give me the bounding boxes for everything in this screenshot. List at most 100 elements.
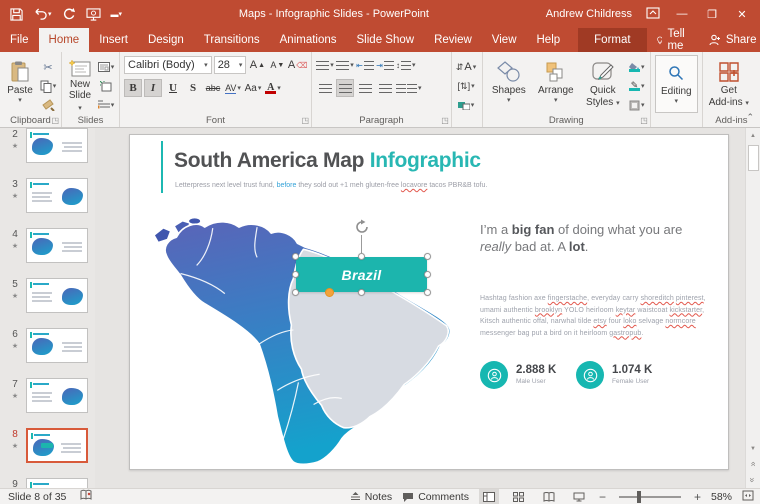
zoom-slider-thumb[interactable]: [637, 491, 641, 503]
redo-icon[interactable]: [62, 8, 76, 21]
columns-icon[interactable]: ▾: [396, 79, 422, 97]
ribbon-tab[interactable]: Home: [39, 28, 90, 52]
scrollbar-thumb[interactable]: [748, 145, 759, 171]
shape-fill-icon[interactable]: ▾: [628, 59, 646, 75]
slide-subtitle[interactable]: Letterpress next level trust fund, befor…: [175, 182, 505, 189]
close-button[interactable]: ✕: [734, 8, 750, 21]
scroll-down-icon[interactable]: ▼: [746, 441, 760, 456]
text-direction-icon[interactable]: ⇵A▾: [456, 59, 476, 75]
tell-me-button[interactable]: Tell me: [647, 28, 699, 52]
font-color-button[interactable]: A▾: [264, 79, 282, 97]
clipboard-dialog-launcher[interactable]: ◳: [51, 116, 59, 125]
get-addins-button[interactable]: Get Add-ins ▾: [707, 55, 751, 113]
notes-toggle[interactable]: Notes: [350, 491, 392, 503]
align-right-icon[interactable]: [356, 79, 374, 97]
ribbon-tab[interactable]: Slide Show: [347, 28, 425, 52]
ribbon-tab[interactable]: File: [0, 28, 39, 52]
qat-customize-icon[interactable]: ▬▾: [111, 10, 123, 19]
editing-button[interactable]: Editing▾: [655, 55, 698, 113]
share-button[interactable]: Share: [699, 28, 760, 52]
ribbon-tab[interactable]: Design: [138, 28, 194, 52]
slide-sorter-view-button[interactable]: [509, 489, 529, 504]
slide-thumbnail[interactable]: 8 ★: [4, 428, 95, 463]
slide-thumbnail[interactable]: 2 ★: [4, 128, 95, 163]
increase-indent-icon[interactable]: ⇥: [376, 56, 394, 74]
paragraph-dialog-launcher[interactable]: ◳: [441, 116, 449, 125]
restore-button[interactable]: ❐: [704, 8, 720, 21]
align-text-icon[interactable]: [⇅]▾: [456, 78, 476, 94]
change-case-button[interactable]: Aa▾: [244, 79, 262, 97]
slide-thumbnail[interactable]: 6 ★: [4, 328, 95, 363]
new-slide-button[interactable]: New Slide ▾: [66, 55, 94, 113]
resize-handle-e[interactable]: [424, 271, 431, 278]
decrease-indent-icon[interactable]: ⇤: [356, 56, 374, 74]
ribbon-display-options-icon[interactable]: [646, 7, 660, 22]
slide-stats[interactable]: 2.888 K Male User 1.074 K Female User: [480, 361, 672, 389]
ribbon-tab[interactable]: View: [482, 28, 527, 52]
numbering-icon[interactable]: ▾: [336, 56, 354, 74]
shapes-button[interactable]: Shapes▾: [487, 55, 531, 113]
reset-slide-icon[interactable]: [97, 78, 115, 94]
text-shadow-button[interactable]: S: [184, 79, 202, 97]
resize-handle-ne[interactable]: [424, 253, 431, 260]
account-name[interactable]: Andrew Childress: [546, 8, 632, 20]
cut-icon[interactable]: ✂: [39, 59, 57, 75]
slide-thumbnail[interactable]: 5 ★: [4, 278, 95, 313]
bold-button[interactable]: B: [124, 79, 142, 97]
format-painter-icon[interactable]: [39, 97, 57, 113]
clear-formatting-icon[interactable]: A⌫: [288, 56, 307, 74]
quick-styles-button[interactable]: Quick Styles ▾: [581, 55, 625, 113]
reading-view-button[interactable]: [539, 489, 559, 504]
resize-handle-nw[interactable]: [292, 253, 299, 260]
align-center-icon[interactable]: [336, 79, 354, 97]
proofing-icon[interactable]: [80, 489, 92, 504]
drawing-dialog-launcher[interactable]: ◳: [640, 116, 648, 125]
next-slide-button[interactable]: »: [746, 472, 760, 488]
zoom-out-button[interactable]: −: [599, 490, 606, 504]
normal-view-button[interactable]: [479, 489, 499, 504]
shape-effects-icon[interactable]: ▾: [628, 97, 646, 113]
font-size-combobox[interactable]: 28▾: [214, 56, 247, 74]
slide-title[interactable]: South America Map Infographic: [174, 149, 481, 173]
convert-smartart-icon[interactable]: ▾: [456, 97, 476, 113]
ribbon-tab[interactable]: Help: [527, 28, 571, 52]
ribbon-tab[interactable]: Review: [424, 28, 482, 52]
brazil-callout-shape[interactable]: Brazil: [296, 257, 427, 292]
resize-handle-s[interactable]: [358, 289, 365, 296]
character-spacing-button[interactable]: AV▾: [224, 79, 242, 97]
previous-slide-button[interactable]: »: [746, 456, 760, 472]
undo-icon[interactable]: ▾: [33, 8, 52, 21]
line-spacing-icon[interactable]: ↕▾: [396, 56, 416, 74]
slide-thumbnail[interactable]: 9 ★: [4, 478, 95, 488]
vertical-scrollbar[interactable]: ▲ ▼ » »: [745, 128, 760, 488]
resize-handle-n[interactable]: [358, 253, 365, 260]
align-left-icon[interactable]: [316, 79, 334, 97]
shape-outline-icon[interactable]: ✎▾: [628, 78, 646, 94]
slideshow-view-button[interactable]: [569, 489, 589, 504]
ribbon-tab[interactable]: Insert: [89, 28, 138, 52]
slide-canvas[interactable]: South America Map Infographic Letterpres…: [129, 134, 729, 470]
font-family-combobox[interactable]: Calibri (Body)▾: [124, 56, 212, 74]
italic-button[interactable]: I: [144, 79, 162, 97]
ribbon-tab[interactable]: Animations: [270, 28, 347, 52]
justify-icon[interactable]: [376, 79, 394, 97]
strikethrough-button[interactable]: abc: [204, 79, 222, 97]
zoom-level[interactable]: 58%: [711, 491, 732, 503]
slide-thumbnail[interactable]: 3 ★: [4, 178, 95, 213]
fit-to-window-icon[interactable]: [742, 490, 754, 504]
shape-adjust-handle[interactable]: [325, 288, 334, 297]
section-icon[interactable]: ▾: [97, 97, 115, 113]
font-dialog-launcher[interactable]: ◳: [301, 116, 309, 125]
resize-handle-se[interactable]: [424, 289, 431, 296]
slide-layout-icon[interactable]: ▾: [97, 59, 115, 75]
comments-toggle[interactable]: Comments: [402, 491, 469, 503]
minimize-button[interactable]: —: [674, 8, 690, 20]
ribbon-tab[interactable]: Format: [578, 28, 646, 52]
ribbon-tab[interactable]: Transitions: [194, 28, 270, 52]
collapse-ribbon-icon[interactable]: ⌃: [746, 112, 754, 123]
stat-item[interactable]: 2.888 K Male User: [480, 361, 576, 389]
slide-thumbnail[interactable]: 4 ★: [4, 228, 95, 263]
copy-icon[interactable]: ▾: [39, 78, 57, 94]
slide-thumbnail[interactable]: 7 ★: [4, 378, 95, 413]
slide-heading-text[interactable]: I’m a big fan of doing what you are real…: [480, 221, 715, 255]
